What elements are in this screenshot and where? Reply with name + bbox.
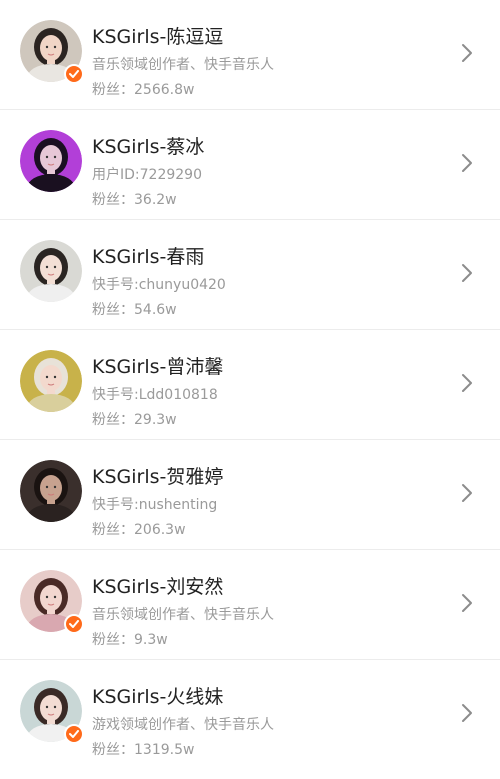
user-name: KSGirls-火线妹 — [92, 686, 224, 708]
chevron-right-icon[interactable] — [460, 592, 474, 614]
user-name: KSGirls-刘安然 — [92, 576, 224, 598]
user-name: KSGirls-春雨 — [92, 246, 205, 268]
follower-count: 粉丝：54.6w — [92, 302, 177, 318]
user-name: KSGirls-贺雅婷 — [92, 466, 224, 488]
avatar[interactable] — [20, 350, 82, 412]
user-description: 音乐领域创作者、快手音乐人 — [92, 57, 274, 73]
follower-count: 粉丝：206.3w — [92, 522, 186, 538]
follower-count: 粉丝：36.2w — [92, 192, 177, 208]
check-badge-icon — [64, 64, 84, 84]
user-name: KSGirls-曾沛馨 — [92, 356, 224, 378]
list-item[interactable]: KSGirls-刘安然音乐领域创作者、快手音乐人 粉丝：9.3w — [0, 550, 500, 660]
user-description: 音乐领域创作者、快手音乐人 — [92, 607, 274, 623]
chevron-right-icon[interactable] — [460, 262, 474, 284]
user-list: KSGirls-陈逗逗音乐领域创作者、快手音乐人 粉丝：2566.8w KSGir… — [0, 0, 500, 770]
avatar-image — [20, 240, 82, 302]
user-name: KSGirls-陈逗逗 — [92, 26, 224, 48]
follower-count: 粉丝：29.3w — [92, 412, 177, 428]
avatar[interactable] — [20, 460, 82, 522]
check-badge-icon — [64, 614, 84, 634]
avatar[interactable] — [20, 20, 84, 84]
avatar-image — [20, 350, 82, 412]
list-item[interactable]: KSGirls-春雨快手号:chunyu0420 粉丝：54.6w — [0, 220, 500, 330]
list-item[interactable]: KSGirls-蔡冰用户ID:7229290 粉丝：36.2w — [0, 110, 500, 220]
user-description: 快手号:chunyu0420 — [92, 277, 226, 293]
user-description: 快手号:nushenting — [92, 497, 218, 513]
avatar[interactable] — [20, 570, 84, 634]
list-item[interactable]: KSGirls-火线妹游戏领域创作者、快手音乐人 粉丝：1319.5w — [0, 660, 500, 770]
chevron-right-icon[interactable] — [460, 482, 474, 504]
follower-count: 粉丝：9.3w — [92, 632, 168, 648]
avatar[interactable] — [20, 680, 84, 744]
user-description: 游戏领域创作者、快手音乐人 — [92, 717, 274, 733]
list-item[interactable]: KSGirls-陈逗逗音乐领域创作者、快手音乐人 粉丝：2566.8w — [0, 0, 500, 110]
user-name: KSGirls-蔡冰 — [92, 136, 205, 158]
avatar[interactable] — [20, 240, 82, 302]
chevron-right-icon[interactable] — [460, 702, 474, 724]
follower-count: 粉丝：1319.5w — [92, 742, 195, 758]
chevron-right-icon[interactable] — [460, 372, 474, 394]
check-badge-icon — [64, 724, 84, 744]
list-item[interactable]: KSGirls-贺雅婷快手号:nushenting 粉丝：206.3w — [0, 440, 500, 550]
avatar[interactable] — [20, 130, 82, 192]
avatar-image — [20, 130, 82, 192]
user-description: 用户ID:7229290 — [92, 167, 202, 183]
chevron-right-icon[interactable] — [460, 42, 474, 64]
avatar-image — [20, 460, 82, 522]
follower-count: 粉丝：2566.8w — [92, 82, 195, 98]
list-item[interactable]: KSGirls-曾沛馨快手号:Ldd010818 粉丝：29.3w — [0, 330, 500, 440]
user-description: 快手号:Ldd010818 — [92, 387, 218, 403]
chevron-right-icon[interactable] — [460, 152, 474, 174]
